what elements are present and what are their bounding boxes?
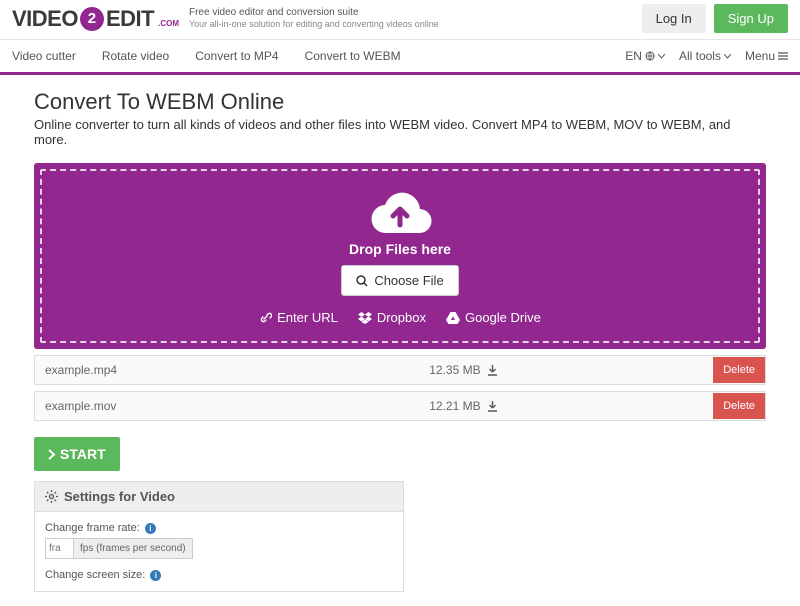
logo[interactable]: VIDEO 2 EDIT .COM bbox=[12, 6, 179, 32]
choose-file-button[interactable]: Choose File bbox=[341, 265, 458, 296]
choose-file-label: Choose File bbox=[374, 273, 443, 288]
dropzone-label: Drop Files here bbox=[42, 241, 758, 257]
hamburger-icon bbox=[778, 52, 788, 60]
file-name: example.mp4 bbox=[35, 356, 398, 384]
main-menu[interactable]: Menu bbox=[745, 49, 788, 63]
search-icon bbox=[356, 275, 368, 287]
tagline-sub: Your all-in-one solution for editing and… bbox=[189, 19, 439, 30]
settings-header: Settings for Video bbox=[35, 482, 403, 512]
info-icon[interactable]: i bbox=[145, 523, 156, 534]
nav-video-cutter[interactable]: Video cutter bbox=[12, 49, 76, 63]
chevron-right-icon bbox=[48, 449, 56, 460]
fps-unit: fps (frames per second) bbox=[73, 538, 193, 559]
nav-convert-webm[interactable]: Convert to WEBM bbox=[305, 49, 401, 63]
nav-rotate-video[interactable]: Rotate video bbox=[102, 49, 169, 63]
upload-cloud-icon bbox=[365, 189, 435, 237]
fps-input[interactable] bbox=[45, 538, 73, 559]
frame-rate-label: Change frame rate: i bbox=[45, 522, 393, 534]
menu-label: Menu bbox=[745, 49, 775, 63]
screen-size-label: Change screen size: i bbox=[45, 569, 393, 581]
chevron-down-icon bbox=[724, 54, 731, 59]
info-icon[interactable]: i bbox=[150, 570, 161, 581]
google-drive-icon bbox=[446, 312, 460, 324]
logo-text-pre: VIDEO bbox=[12, 6, 78, 32]
tagline: Free video editor and conversion suite Y… bbox=[189, 7, 439, 30]
all-tools-label: All tools bbox=[679, 49, 721, 63]
chevron-down-icon bbox=[658, 54, 665, 59]
page-title: Convert To WEBM Online bbox=[34, 89, 766, 115]
language-label: EN bbox=[625, 49, 642, 63]
globe-icon bbox=[645, 51, 655, 61]
file-row: example.mp4 12.35 MB Delete bbox=[34, 355, 766, 385]
nav-convert-mp4[interactable]: Convert to MP4 bbox=[195, 49, 278, 63]
download-icon[interactable] bbox=[487, 401, 498, 412]
all-tools-menu[interactable]: All tools bbox=[679, 49, 731, 63]
start-button[interactable]: START bbox=[34, 437, 120, 471]
link-icon bbox=[259, 311, 272, 324]
language-selector[interactable]: EN bbox=[625, 49, 665, 63]
gdrive-label: Google Drive bbox=[465, 310, 541, 325]
file-size: 12.35 MB bbox=[429, 363, 480, 377]
dropbox-label: Dropbox bbox=[377, 310, 426, 325]
start-label: START bbox=[60, 446, 106, 462]
logo-com: .COM bbox=[158, 19, 179, 28]
logo-badge: 2 bbox=[80, 7, 104, 31]
enter-url-label: Enter URL bbox=[277, 310, 338, 325]
file-row: example.mov 12.21 MB Delete bbox=[34, 391, 766, 421]
delete-button[interactable]: Delete bbox=[713, 357, 765, 383]
dropbox-link[interactable]: Dropbox bbox=[358, 310, 426, 325]
page-subtitle: Online converter to turn all kinds of vi… bbox=[34, 117, 766, 147]
dropzone[interactable]: Drop Files here Choose File Enter URL Dr… bbox=[34, 163, 766, 349]
signup-button[interactable]: Sign Up bbox=[714, 4, 788, 33]
delete-button[interactable]: Delete bbox=[713, 393, 765, 419]
download-icon[interactable] bbox=[487, 365, 498, 376]
file-size: 12.21 MB bbox=[429, 399, 480, 413]
gdrive-link[interactable]: Google Drive bbox=[446, 310, 541, 325]
login-button[interactable]: Log In bbox=[642, 4, 706, 33]
dropbox-icon bbox=[358, 312, 372, 324]
settings-panel: Settings for Video Change frame rate: i … bbox=[34, 481, 404, 592]
gear-icon bbox=[45, 490, 58, 503]
enter-url-link[interactable]: Enter URL bbox=[259, 310, 338, 325]
logo-text-post: EDIT bbox=[106, 6, 154, 32]
file-name: example.mov bbox=[35, 392, 398, 420]
tagline-main: Free video editor and conversion suite bbox=[189, 7, 439, 19]
settings-title: Settings for Video bbox=[64, 489, 175, 504]
